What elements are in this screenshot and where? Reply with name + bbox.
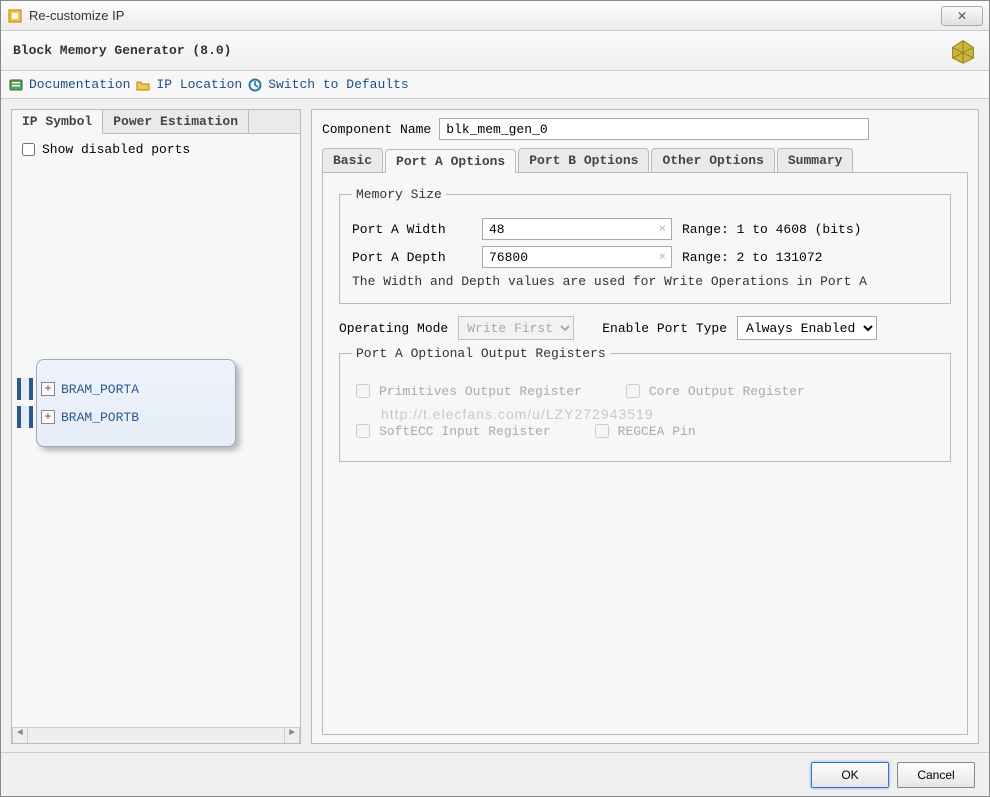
ip-location-link[interactable]: IP Location — [156, 77, 242, 92]
port-a-depth-label: Port A Depth — [352, 250, 472, 265]
optional-output-registers-group: Port A Optional Output Registers Primiti… — [339, 346, 951, 462]
port-a-depth-range: Range: 2 to 131072 — [682, 250, 822, 265]
body: IP Symbol Power Estimation Show disabled… — [1, 99, 989, 754]
tab-basic[interactable]: Basic — [322, 148, 383, 172]
scroll-right-button[interactable]: ► — [284, 728, 300, 743]
memory-size-group: Memory Size Port A Width Range: 1 to 460… — [339, 187, 951, 304]
primitives-output-register-checkbox — [356, 384, 370, 398]
port-bram-portb[interactable]: + BRAM_PORTB — [45, 406, 227, 428]
port-a-width-input[interactable] — [482, 218, 672, 240]
memory-size-legend: Memory Size — [352, 187, 446, 202]
switch-defaults-link[interactable]: Switch to Defaults — [268, 77, 408, 92]
window-title: Re-customize IP — [29, 8, 941, 23]
ip-symbol-panel: IP Symbol Power Estimation Show disabled… — [11, 109, 301, 744]
port-a-width-label: Port A Width — [352, 222, 472, 237]
scroll-track[interactable] — [28, 728, 284, 743]
port-a-depth-input[interactable] — [482, 246, 672, 268]
softecc-input-register-label: SoftECC Input Register — [379, 424, 551, 439]
ip-block-diagram: + BRAM_PORTA + BRAM_PORTB — [36, 359, 236, 447]
expand-icon[interactable]: + — [41, 410, 55, 424]
port-bram-porta[interactable]: + BRAM_PORTA — [45, 378, 227, 400]
softecc-input-register-checkbox — [356, 424, 370, 438]
titlebar: Re-customize IP ✕ — [1, 1, 989, 31]
expand-icon[interactable]: + — [41, 382, 55, 396]
config-tabs: Basic Port A Options Port B Options Othe… — [322, 148, 968, 173]
regcea-pin-label: REGCEA Pin — [618, 424, 696, 439]
cancel-button[interactable]: Cancel — [897, 762, 975, 788]
operating-mode-select: Write First — [458, 316, 574, 340]
dialog-footer: OK Cancel — [1, 752, 989, 796]
component-name-input[interactable] — [439, 118, 869, 140]
port-a-options-content: Memory Size Port A Width Range: 1 to 460… — [322, 173, 968, 735]
enable-port-type-select[interactable]: Always Enabled — [737, 316, 877, 340]
port-bus-icon — [17, 406, 33, 428]
core-output-register-checkbox — [626, 384, 640, 398]
show-disabled-ports-label: Show disabled ports — [42, 142, 190, 157]
vendor-logo-icon — [949, 37, 977, 65]
generator-title: Block Memory Generator (8.0) — [13, 43, 231, 58]
memory-size-note: The Width and Depth values are used for … — [352, 274, 938, 289]
port-bus-icon — [17, 378, 33, 400]
ip-icon — [7, 8, 23, 24]
config-panel: Component Name Basic Port A Options Port… — [311, 109, 979, 744]
tab-port-b-options[interactable]: Port B Options — [518, 148, 649, 172]
operating-mode-label: Operating Mode — [339, 321, 448, 336]
folder-icon — [136, 78, 150, 92]
show-disabled-ports-checkbox[interactable] — [22, 143, 35, 156]
hscrollbar[interactable]: ◄ ► — [12, 727, 300, 743]
tab-ip-symbol[interactable]: IP Symbol — [12, 110, 103, 134]
optional-output-registers-legend: Port A Optional Output Registers — [352, 346, 610, 361]
ip-symbol-body: Show disabled ports + BRAM_PORTA + BRAM_… — [12, 134, 300, 727]
left-tabs: IP Symbol Power Estimation — [12, 110, 300, 134]
core-output-register-label: Core Output Register — [649, 384, 805, 399]
toolbar: Documentation IP Location Switch to Defa… — [1, 71, 989, 99]
port-b-label: BRAM_PORTB — [61, 410, 139, 425]
component-name-label: Component Name — [322, 122, 431, 137]
enable-port-type-label: Enable Port Type — [602, 321, 727, 336]
port-a-label: BRAM_PORTA — [61, 382, 139, 397]
documentation-link[interactable]: Documentation — [29, 77, 130, 92]
tab-port-a-options[interactable]: Port A Options — [385, 149, 516, 173]
tab-summary[interactable]: Summary — [777, 148, 854, 172]
tab-power-estimation[interactable]: Power Estimation — [103, 110, 249, 133]
regcea-pin-checkbox — [595, 424, 609, 438]
subheader: Block Memory Generator (8.0) — [1, 31, 989, 71]
defaults-icon — [248, 78, 262, 92]
main-window: Re-customize IP ✕ Block Memory Generator… — [0, 0, 990, 797]
scroll-left-button[interactable]: ◄ — [12, 728, 28, 743]
close-button[interactable]: ✕ — [941, 6, 983, 26]
tab-other-options[interactable]: Other Options — [651, 148, 774, 172]
port-a-width-range: Range: 1 to 4608 (bits) — [682, 222, 861, 237]
ok-button[interactable]: OK — [811, 762, 889, 788]
documentation-icon — [9, 78, 23, 92]
primitives-output-register-label: Primitives Output Register — [379, 384, 582, 399]
